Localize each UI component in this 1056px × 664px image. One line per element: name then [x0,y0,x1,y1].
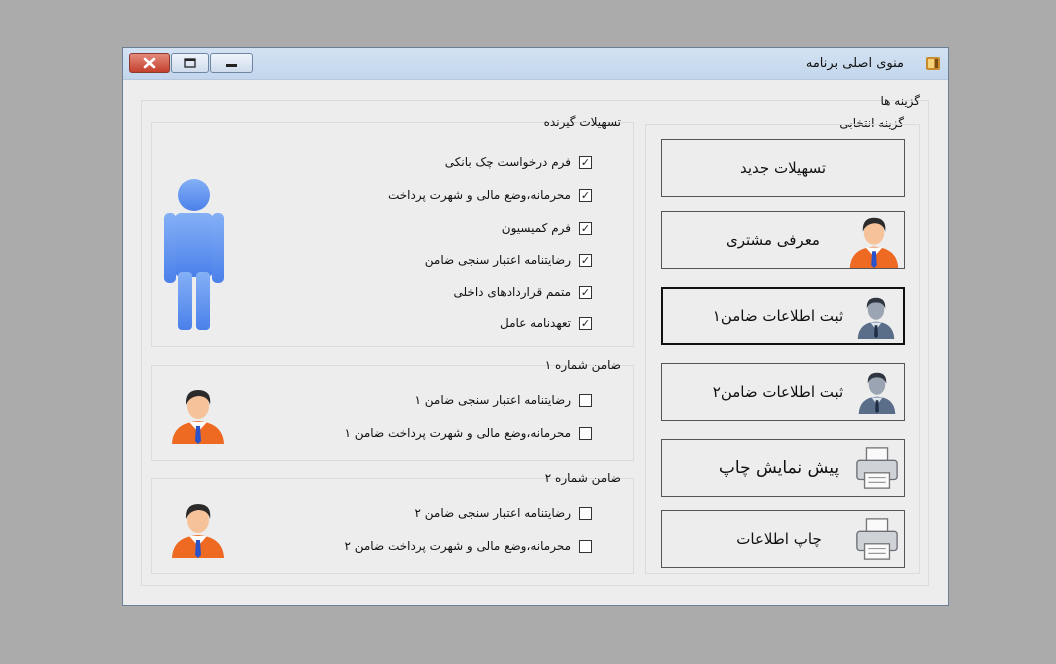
checkbox-row[interactable]: رضایتنامه اعتبار سنجی ضامن ۲ [415,503,592,523]
close-icon [143,57,156,69]
checkbox-label: رضایتنامه اعتبار سنجی ضامن ۱ [414,393,571,407]
guarantor1-info-button[interactable]: ثبت اطلاعات ضامن۱ [661,287,905,345]
guarantor1-group-title: ضامن شماره ۱ [544,358,621,372]
checkbox-row[interactable]: ✓ فرم درخواست چک بانکی [445,152,592,172]
printer-icon [856,518,898,560]
guarantor2-info-button[interactable]: ثبت اطلاعات ضامن۲ [661,363,905,421]
checkbox-label: فرم درخواست چک بانکی [444,155,571,169]
minimize-icon [226,64,237,67]
checkbox[interactable] [579,393,592,407]
close-button[interactable] [129,53,170,73]
user-dark-icon [857,297,895,339]
checkbox[interactable] [579,506,592,520]
checkbox-label: محرمانه،وضع مالی و شهرت پرداخت [387,188,571,202]
checkbox-row[interactable]: ✓ محرمانه،وضع مالی و شهرت پرداخت [388,185,592,205]
checkbox-row[interactable]: ✓ تعهدنامه عامل [500,313,592,333]
checkbox-row[interactable]: ✓ رضایتنامه اعتبار سنجی ضامن [425,250,592,270]
person-silhouette-icon [164,179,224,330]
checkbox-label: رضایتنامه اعتبار سنجی ضامن [424,253,571,267]
borrower-group-title: تسهیلات گیرنده [543,115,621,129]
new-facility-button[interactable]: تسهیلات جدید [661,139,905,197]
introduce-customer-button[interactable]: معرفی مشتری [661,211,905,269]
checkbox-label: رضایتنامه اعتبار سنجی ضامن ۲ [414,506,571,520]
person-icon [172,504,224,558]
checkbox-row[interactable]: ✓ متمم قراردادهای داخلی [453,282,592,302]
checkbox[interactable] [579,426,592,440]
button-label: پیش نمایش چاپ [718,458,840,478]
checkbox[interactable]: ✓ [579,253,592,267]
window-title: منوی اصلی برنامه [805,56,904,71]
maximize-icon [184,58,196,68]
checkbox[interactable]: ✓ [579,221,592,235]
button-label: معرفی مشتری [726,231,820,249]
maximize-button[interactable] [171,53,209,73]
person-icon [849,217,899,268]
print-info-button[interactable]: چاپ اطلاعات [661,510,905,568]
checkbox-label: محرمانه،وضع مالی و شهرت پرداخت ضامن ۲ [344,539,571,553]
checkbox-label: تعهدنامه عامل [500,316,571,330]
checkbox-row[interactable]: محرمانه،وضع مالی و شهرت پرداخت ضامن ۲ [344,536,592,556]
main-window: منوی اصلی برنامه گزینه ها گزینه انتخابی … [122,47,949,606]
checkbox-row[interactable]: محرمانه،وضع مالی و شهرت پرداخت ضامن ۱ [344,423,592,443]
checkbox-label: متمم قراردادهای داخلی [453,285,571,299]
printer-icon [856,447,898,489]
checkbox-label: محرمانه،وضع مالی و شهرت پرداخت ضامن ۱ [344,426,571,440]
checkbox-row[interactable]: ✓ فرم کمیسیون [502,218,592,238]
options-group-title: گزینه ها [880,94,920,108]
guarantor2-group-title: ضامن شماره ۲ [544,471,621,485]
button-label: ثبت اطلاعات ضامن۲ [712,383,844,401]
title-bar: منوی اصلی برنامه [123,48,948,80]
user-dark-icon [858,372,896,414]
minimize-button[interactable] [210,53,253,73]
checkbox[interactable]: ✓ [579,316,592,330]
button-label: تسهیلات جدید [739,159,827,177]
person-icon [172,390,224,444]
print-preview-button[interactable]: پیش نمایش چاپ [661,439,905,497]
app-icon [926,57,940,70]
checkbox[interactable] [579,539,592,553]
checkbox-row[interactable]: رضایتنامه اعتبار سنجی ضامن ۱ [415,390,592,410]
checkbox[interactable]: ✓ [579,285,592,299]
checkbox-label: فرم کمیسیون [501,221,571,235]
checkbox[interactable]: ✓ [579,155,592,169]
button-label: چاپ اطلاعات [736,530,822,548]
button-label: ثبت اطلاعات ضامن۱ [712,307,844,325]
checkbox[interactable]: ✓ [579,188,592,202]
